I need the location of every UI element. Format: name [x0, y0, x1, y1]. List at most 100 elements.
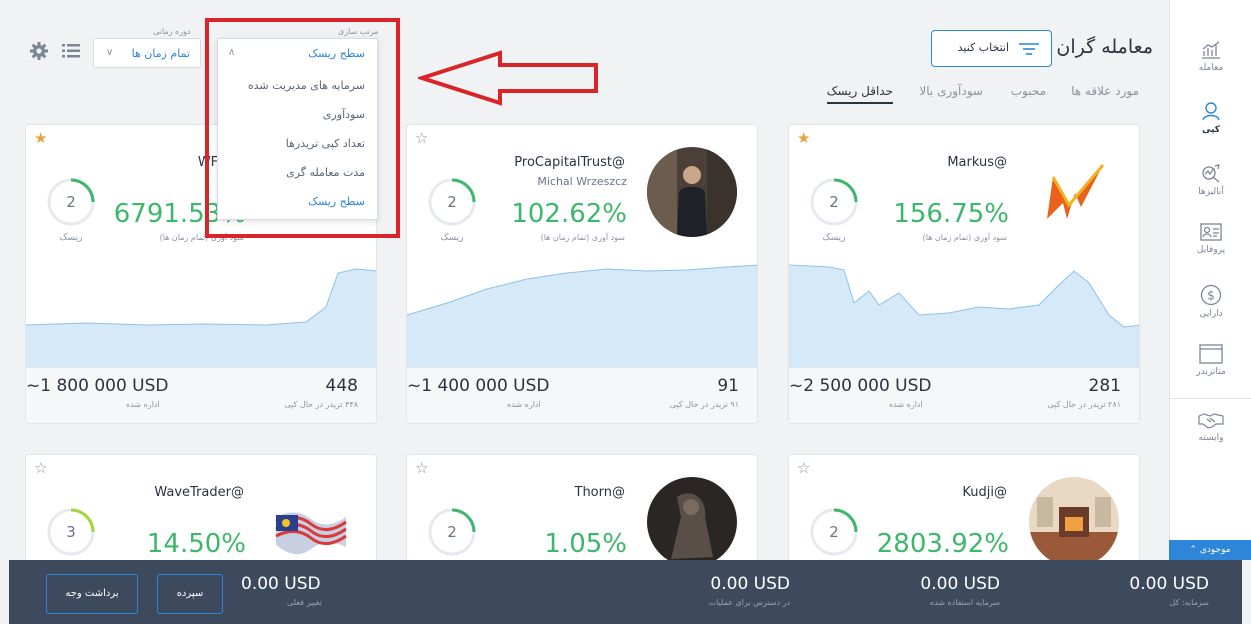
trade-chart-icon [1202, 41, 1220, 59]
trader-avatar [647, 147, 737, 237]
tab-high-profit[interactable]: سودآوری بالا [919, 84, 983, 102]
managed-capital: ~1 400 000 USD [407, 376, 550, 396]
period-select[interactable]: تمام زمان ها ∨ [93, 38, 201, 68]
trader-card[interactable]: ☆ WaveTrader@ 3 14.50% [25, 454, 377, 564]
handshake-icon [1198, 413, 1224, 429]
withdraw-button[interactable]: برداشت وجه [46, 574, 138, 614]
period-label: دوره زمانی [153, 27, 191, 36]
risk-gauge: 2 [46, 177, 96, 227]
copier-count: 448 [325, 376, 358, 396]
trader-card[interactable]: ☆ Thorn@ 2 1.05% [406, 454, 758, 564]
risk-label: ریسک [59, 233, 83, 243]
sidebar-item-assets[interactable]: $ دارایی [1170, 284, 1251, 340]
performance-chart [26, 268, 376, 367]
trader-name: Kudji@ [962, 485, 1007, 500]
sidebar-item-metatrader[interactable]: متاتریدر [1170, 344, 1251, 400]
tab-popular[interactable]: محبوب [1011, 84, 1046, 102]
trader-card[interactable]: ★ Markus@ 2 ریسک 156.75% سود آوری (تمام … [788, 124, 1140, 424]
trader-avatar [1029, 477, 1119, 563]
risk-gauge: 3 [46, 507, 96, 557]
analysis-icon [1202, 164, 1220, 183]
managed-capital: ~1 800 000 USD [26, 376, 169, 396]
available-label: در دسترس برای عملیات [708, 598, 790, 607]
risk-score: 2 [829, 523, 839, 541]
sidebar-divider [1170, 398, 1251, 399]
star-outline-icon[interactable]: ☆ [34, 461, 47, 476]
deposit-button[interactable]: سپرده [157, 574, 223, 614]
profit-percent: 14.50% [146, 529, 246, 559]
annotation-arrow [418, 50, 598, 106]
tab-favorites[interactable]: مورد علاقه ها [1071, 84, 1139, 102]
total-capital-label: سرمایه: کل [1169, 598, 1209, 607]
star-filled-icon[interactable]: ★ [797, 131, 810, 146]
trader-name: Markus@ [947, 155, 1007, 170]
list-view-icon[interactable] [62, 44, 80, 58]
profit-percent: 102.62% [511, 199, 627, 229]
sidebar-item-profile[interactable]: پروفایل [1170, 222, 1251, 278]
available-amount: 0.00 USD [710, 574, 790, 594]
performance-chart [407, 264, 757, 367]
window-icon [1199, 344, 1223, 364]
risk-label: ریسک [440, 233, 464, 243]
star-outline-icon[interactable]: ☆ [415, 131, 428, 146]
copier-count: 91 [717, 376, 739, 396]
star-filled-icon[interactable]: ★ [34, 131, 47, 146]
sidebar-item-label: کپی [1201, 125, 1220, 135]
sidebar-item-label: آنالیزها [1198, 187, 1224, 197]
copier-count: 281 [1088, 376, 1121, 396]
sidebar-item-label: وابسته [1198, 433, 1224, 443]
balance-tab[interactable]: ⌃ موجودی [1169, 540, 1251, 560]
used-capital-label: سرمایه استفاده شده [929, 598, 1000, 607]
select-filter-button[interactable]: انتخاب کنید [931, 30, 1052, 67]
trader-fullname: Michal Wrzeszcz [537, 175, 627, 188]
annotation-highlight-box [205, 18, 400, 238]
risk-score: 2 [447, 193, 457, 211]
risk-score: 2 [447, 523, 457, 541]
card-footer: ~1 800 000 USD اداره شده 448 ۴۴۸ تریدر د… [26, 367, 376, 423]
sidebar: معامله کپی آنالیزها پروفایل $ دارایی متا… [1169, 0, 1251, 540]
sidebar-item-copy[interactable]: کپی [1170, 100, 1251, 156]
risk-score: 2 [829, 193, 839, 211]
managed-label: اداره شده [507, 400, 541, 409]
sidebar-item-affiliate[interactable]: وابسته [1170, 412, 1251, 468]
profit-percent: 1.05% [544, 529, 627, 559]
svg-text:$: $ [1207, 289, 1215, 303]
trader-card[interactable]: ☆ ProCapitalTrust@ Michal Wrzeszcz 2 ریس… [406, 124, 758, 424]
copier-label: ۹۱ تریدر در حال کپی [669, 400, 739, 409]
trader-name: ProCapitalTrust@ [514, 155, 625, 170]
current-change-amount: 0.00 USD [241, 574, 321, 594]
select-filter-label: انتخاب کنید [957, 41, 1009, 54]
star-outline-icon[interactable]: ☆ [415, 461, 428, 476]
dollar-circle-icon: $ [1200, 284, 1222, 306]
profit-label: سود آوری (تمام زمان ها) [922, 233, 1007, 242]
total-capital-amount: 0.00 USD [1129, 574, 1209, 594]
star-outline-icon[interactable]: ☆ [797, 461, 810, 476]
sidebar-item-trade[interactable]: معامله [1170, 40, 1251, 96]
performance-chart [789, 264, 1139, 367]
profit-percent: 156.75% [893, 199, 1009, 229]
trader-name: WaveTrader@ [154, 485, 244, 500]
copy-user-icon [1202, 102, 1220, 121]
trader-card[interactable]: ☆ Kudji@ 2 2803.92% [788, 454, 1140, 564]
profit-label: سود آوری (تمام زمان ها) [540, 233, 625, 242]
gear-icon[interactable] [30, 42, 48, 60]
managed-label: اداره شده [126, 400, 160, 409]
trader-avatar [647, 477, 737, 563]
filter-lines-icon [1019, 43, 1039, 55]
profile-card-icon [1200, 223, 1222, 241]
risk-score: 2 [66, 193, 76, 211]
sidebar-item-label: متاتریدر [1196, 367, 1226, 377]
tab-min-risk[interactable]: حداقل ریسک [826, 84, 893, 104]
period-select-value: تمام زمان ها [131, 47, 190, 60]
risk-gauge: 2 [427, 177, 477, 227]
trader-avatar [1029, 147, 1119, 237]
managed-label: اداره شده [889, 400, 923, 409]
chevron-down-icon: ∨ [106, 47, 114, 58]
used-capital-amount: 0.00 USD [920, 574, 1000, 594]
sidebar-item-analysis[interactable]: آنالیزها [1170, 162, 1251, 218]
profit-percent: 2803.92% [876, 529, 1009, 559]
current-change-label: تغییر فعلی [287, 598, 322, 607]
risk-gauge: 2 [809, 507, 859, 557]
managed-capital: ~2 500 000 USD [789, 376, 932, 396]
card-footer: ~1 400 000 USD اداره شده 91 ۹۱ تریدر در … [407, 367, 757, 423]
